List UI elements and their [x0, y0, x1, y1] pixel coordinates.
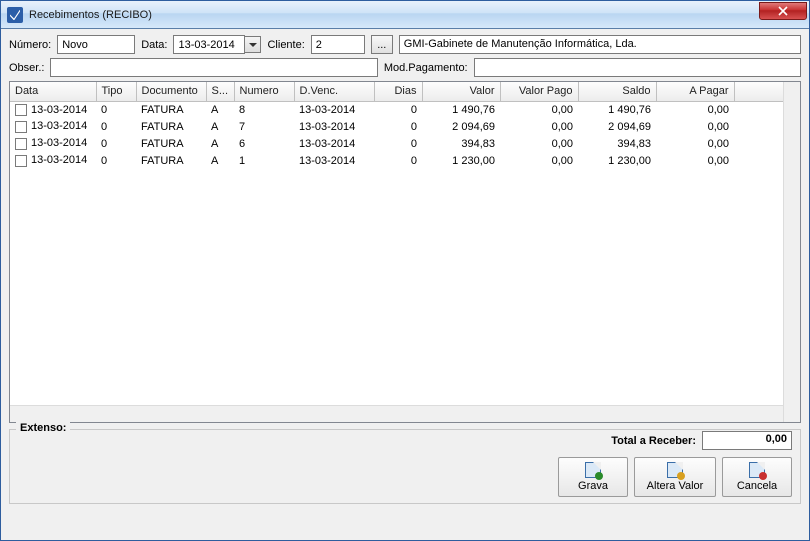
extenso-label: Extenso:	[16, 422, 70, 434]
edit-icon	[667, 462, 683, 478]
grid-table: Data Tipo Documento S... Numero D.Venc. …	[10, 82, 800, 169]
col-tipo[interactable]: Tipo	[96, 82, 136, 101]
grava-label: Grava	[578, 480, 608, 492]
window-buttons	[759, 1, 809, 28]
data-dropdown[interactable]	[173, 35, 261, 54]
col-documento[interactable]: Documento	[136, 82, 206, 101]
close-icon	[778, 6, 788, 16]
table-row[interactable]: 13-03-20140FATURAA613-03-20140394,830,00…	[10, 135, 800, 152]
col-valor-pago[interactable]: Valor Pago	[500, 82, 578, 101]
close-button[interactable]	[759, 2, 807, 20]
save-icon	[585, 462, 601, 478]
numero-input[interactable]	[57, 35, 135, 54]
cliente-label: Cliente:	[267, 39, 304, 51]
scrollbar-vertical[interactable]	[783, 82, 800, 422]
form-row-2: Obser.: Mod.Pagamento:	[9, 58, 801, 77]
footer-group: Extenso: Total a Receber: 0,00 Grava Alt…	[9, 429, 801, 504]
obser-input[interactable]	[50, 58, 377, 77]
col-data[interactable]: Data	[10, 82, 96, 101]
cliente-desc: GMI-Gabinete de Manutenção Informática, …	[399, 35, 801, 54]
window: Recebimentos (RECIBO) Número: Data: Clie…	[0, 0, 810, 541]
modpag-label: Mod.Pagamento:	[384, 62, 468, 74]
grid: Data Tipo Documento S... Numero D.Venc. …	[9, 81, 801, 423]
cliente-input[interactable]	[311, 35, 365, 54]
grava-button[interactable]: Grava	[558, 457, 628, 497]
obser-label: Obser.:	[9, 62, 44, 74]
scrollbar-horizontal[interactable]	[10, 405, 783, 422]
cancela-label: Cancela	[737, 480, 777, 492]
col-valor[interactable]: Valor	[422, 82, 500, 101]
chevron-down-icon[interactable]	[245, 36, 261, 53]
cancela-button[interactable]: Cancela	[722, 457, 792, 497]
col-s[interactable]: S...	[206, 82, 234, 101]
form-row-1: Número: Data: Cliente: ... GMI-Gabinete …	[9, 35, 801, 54]
cancel-icon	[749, 462, 765, 478]
table-row[interactable]: 13-03-20140FATURAA113-03-201401 230,000,…	[10, 152, 800, 169]
row-checkbox[interactable]	[15, 104, 27, 116]
app-icon	[7, 7, 23, 23]
table-row[interactable]: 13-03-20140FATURAA813-03-201401 490,760,…	[10, 101, 800, 118]
cliente-lookup-button[interactable]: ...	[371, 35, 393, 54]
col-dias[interactable]: Dias	[374, 82, 422, 101]
numero-label: Número:	[9, 39, 51, 51]
row-checkbox[interactable]	[15, 155, 27, 167]
altera-valor-button[interactable]: Altera Valor	[634, 457, 716, 497]
total-label: Total a Receber:	[611, 435, 696, 447]
modpag-input[interactable]	[474, 58, 801, 77]
titlebar: Recebimentos (RECIBO)	[1, 1, 809, 29]
data-input[interactable]	[173, 35, 245, 54]
col-numero[interactable]: Numero	[234, 82, 294, 101]
col-dvenc[interactable]: D.Venc.	[294, 82, 374, 101]
col-saldo[interactable]: Saldo	[578, 82, 656, 101]
content: Número: Data: Cliente: ... GMI-Gabinete …	[1, 29, 809, 512]
col-a-pagar[interactable]: A Pagar	[656, 82, 734, 101]
total-row: Total a Receber: 0,00	[611, 431, 792, 450]
grid-header: Data Tipo Documento S... Numero D.Venc. …	[10, 82, 800, 101]
table-row[interactable]: 13-03-20140FATURAA713-03-201402 094,690,…	[10, 118, 800, 135]
grid-body: 13-03-20140FATURAA813-03-201401 490,760,…	[10, 101, 800, 169]
data-label: Data:	[141, 39, 167, 51]
total-value: 0,00	[702, 431, 792, 450]
footer-buttons: Grava Altera Valor Cancela	[558, 457, 792, 497]
altera-label: Altera Valor	[647, 480, 704, 492]
row-checkbox[interactable]	[15, 121, 27, 133]
window-title: Recebimentos (RECIBO)	[29, 9, 759, 21]
row-checkbox[interactable]	[15, 138, 27, 150]
